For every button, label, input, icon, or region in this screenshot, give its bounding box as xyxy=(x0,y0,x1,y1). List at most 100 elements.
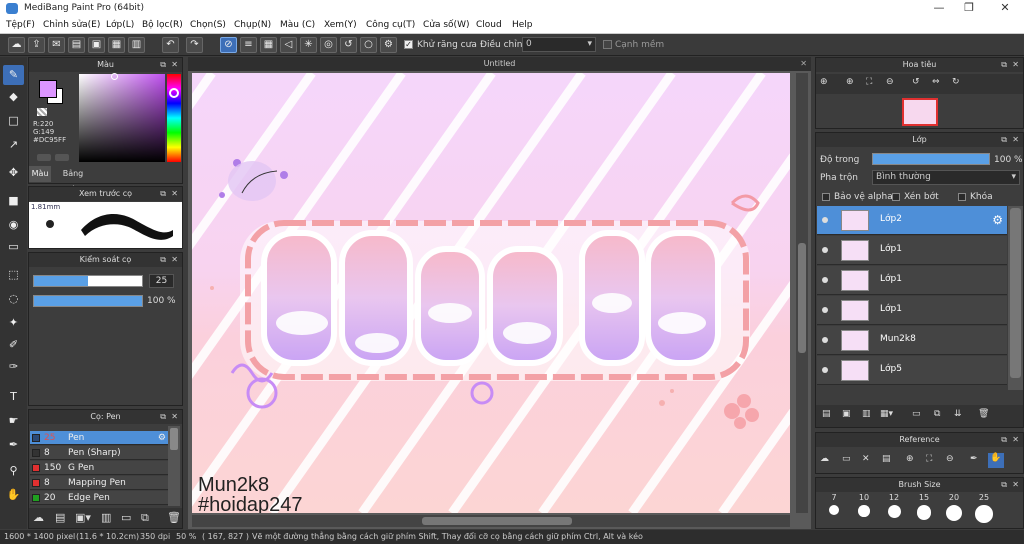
eye-icon[interactable] xyxy=(822,217,828,223)
brush-size-slider[interactable] xyxy=(33,275,143,287)
brush-list-scrollbar[interactable] xyxy=(168,426,180,506)
duplicate-icon[interactable]: ⧉ xyxy=(141,511,149,525)
popout-icon[interactable]: ⧉ xyxy=(160,187,166,201)
menu-edit[interactable]: Chỉnh sửa(E) xyxy=(43,20,100,30)
popout-icon[interactable]: ⧉ xyxy=(1001,478,1007,492)
brush-opacity-slider[interactable] xyxy=(33,295,143,307)
comment-icon[interactable]: ✉ xyxy=(48,37,65,53)
hand-icon[interactable]: ✋ xyxy=(988,453,1004,468)
menu-help[interactable]: Help xyxy=(512,20,533,30)
select-pen-tool-icon[interactable]: ✐ xyxy=(3,335,24,355)
brush-tool-icon[interactable]: ✎ xyxy=(3,65,24,85)
eyedropper-tool-icon[interactable]: ✒ xyxy=(3,435,24,455)
close-icon[interactable]: ✕ xyxy=(171,58,178,72)
eraser-tool-icon[interactable]: ◆ xyxy=(3,87,24,107)
canvas-vertical-scrollbar[interactable] xyxy=(796,73,808,513)
ellipse-snap-icon[interactable]: ○ xyxy=(360,37,377,53)
zoom-in-alt-icon[interactable]: ⊕ xyxy=(846,77,854,87)
scroll-thumb[interactable] xyxy=(170,428,178,450)
menu-capture[interactable]: Chụp(N) xyxy=(234,20,271,30)
close-icon[interactable]: ✕ xyxy=(1012,58,1019,72)
transparent-swatch[interactable] xyxy=(37,108,47,116)
undo-icon[interactable]: ↶ xyxy=(162,37,179,53)
zoom-in-icon[interactable]: ⊕ xyxy=(906,454,914,464)
menu-color[interactable]: Màu (C) xyxy=(280,20,315,30)
fill-rect-tool-icon[interactable]: ■ xyxy=(3,191,24,211)
layer-row[interactable]: Lớp1 xyxy=(817,236,1007,265)
vscroll-thumb[interactable] xyxy=(798,243,806,353)
layer-row[interactable]: Lớp5 xyxy=(817,356,1007,385)
cloud-download-icon[interactable]: ☁ xyxy=(33,511,44,524)
trash-icon[interactable]: 🗑 xyxy=(978,409,989,419)
minimize-icon[interactable]: — xyxy=(924,1,954,14)
menu-select[interactable]: Chọn(S) xyxy=(190,20,226,30)
layer-row[interactable]: Lớp1 xyxy=(817,296,1007,325)
document-icon[interactable]: ▤ xyxy=(68,37,85,53)
reference-layer-icon[interactable]: ▤ xyxy=(882,454,891,464)
canvas-horizontal-scrollbar[interactable] xyxy=(192,515,790,527)
eye-icon[interactable] xyxy=(822,277,828,283)
hue-cursor[interactable] xyxy=(169,88,179,98)
tab-palette[interactable]: Bảng màu xyxy=(53,166,93,194)
popout-icon[interactable]: ⧉ xyxy=(160,58,166,72)
edit-brush-icon[interactable]: ▥ xyxy=(101,511,111,524)
brush-item[interactable]: 20 Edge Pen xyxy=(30,491,168,505)
rotate-right-icon[interactable]: ↻ xyxy=(952,77,960,87)
eye-icon[interactable] xyxy=(822,247,828,253)
zoom-out-icon[interactable]: ⊖ xyxy=(946,454,954,464)
gradient-tool-icon[interactable]: ▭ xyxy=(3,237,24,257)
redo-icon[interactable]: ↷ xyxy=(186,37,203,53)
close-icon[interactable]: ✕ xyxy=(800,57,807,71)
frame-icon[interactable]: ▥ xyxy=(128,37,145,53)
new-halftone-layer-icon[interactable]: ▣ xyxy=(842,409,851,419)
lock-checkbox[interactable] xyxy=(958,193,966,201)
menu-file[interactable]: Tệp(F) xyxy=(6,20,35,30)
line-tool-icon[interactable]: ↗ xyxy=(3,135,24,155)
select-eraser-tool-icon[interactable]: ✑ xyxy=(3,357,24,377)
menu-filter[interactable]: Bộ lọc(R) xyxy=(142,20,183,30)
eye-icon[interactable] xyxy=(822,337,828,343)
menu-view[interactable]: Xem(Y) xyxy=(324,20,357,30)
menu-tools[interactable]: Công cụ(T) xyxy=(366,20,415,30)
cloud-icon[interactable]: ☁ xyxy=(820,454,829,464)
brush-size-cell[interactable]: 12 xyxy=(880,493,908,527)
merge-layer-icon[interactable]: ⇊ xyxy=(954,409,962,419)
gear-icon[interactable]: ⚙ xyxy=(992,213,1003,227)
eye-icon[interactable] xyxy=(822,367,828,373)
new-8bit-layer-icon[interactable]: ▥ xyxy=(862,409,871,419)
popout-icon[interactable]: ⧉ xyxy=(160,253,166,267)
move-tool-icon[interactable]: ✥ xyxy=(3,163,24,183)
zoom-in-icon[interactable]: ⊕ xyxy=(820,77,828,87)
artwork-canvas[interactable]: Mun2k8 #hoidap247 xyxy=(192,73,790,513)
protect-alpha-checkbox[interactable] xyxy=(822,193,830,201)
popout-icon[interactable]: ⧉ xyxy=(1001,58,1007,72)
brush-item[interactable]: 8 Mapping Pen xyxy=(30,476,168,490)
vanish-snap-icon[interactable]: ◁ xyxy=(280,37,297,53)
folder-icon[interactable]: ▭ xyxy=(121,511,131,524)
brush-size-cell[interactable]: 25 xyxy=(970,493,998,527)
layer-opacity-slider[interactable] xyxy=(872,153,990,165)
brush-item[interactable]: 8 Pen (Sharp) xyxy=(30,446,168,460)
brush-size-cell[interactable]: 7 xyxy=(820,493,848,527)
clipping-checkbox[interactable] xyxy=(892,193,900,201)
circle-snap-icon[interactable]: ◎ xyxy=(320,37,337,53)
soft-edge-checkbox[interactable] xyxy=(603,40,612,49)
lasso-tool-icon[interactable]: ◌ xyxy=(3,289,24,309)
layer-scrollbar[interactable] xyxy=(1008,206,1023,390)
navigator-thumbnail[interactable] xyxy=(902,98,938,126)
tab-color[interactable]: Màu xyxy=(29,166,51,182)
cloud-icon[interactable]: ☁ xyxy=(8,37,25,53)
brush-size-cell[interactable]: 15 xyxy=(910,493,938,527)
menu-layer[interactable]: Lớp(L) xyxy=(106,20,134,30)
fit-icon[interactable]: ⛶ xyxy=(926,454,932,464)
layer-row[interactable]: Mun2k8 xyxy=(817,326,1007,355)
curve-snap-icon[interactable]: ↺ xyxy=(340,37,357,53)
antialias-checkbox[interactable]: ✓ xyxy=(404,40,413,49)
rotate-left-icon[interactable]: ↺ xyxy=(912,77,920,87)
blend-dropdown[interactable]: Bình thường ▾ xyxy=(872,170,1020,185)
rectangle-tool-icon[interactable]: □ xyxy=(3,111,24,131)
close-reference-icon[interactable]: ✕ xyxy=(862,454,870,464)
cross-snap-icon[interactable]: ▦ xyxy=(260,37,277,53)
close-icon[interactable]: ✕ xyxy=(1012,478,1019,492)
brush-item[interactable]: 150 G Pen xyxy=(30,461,168,475)
